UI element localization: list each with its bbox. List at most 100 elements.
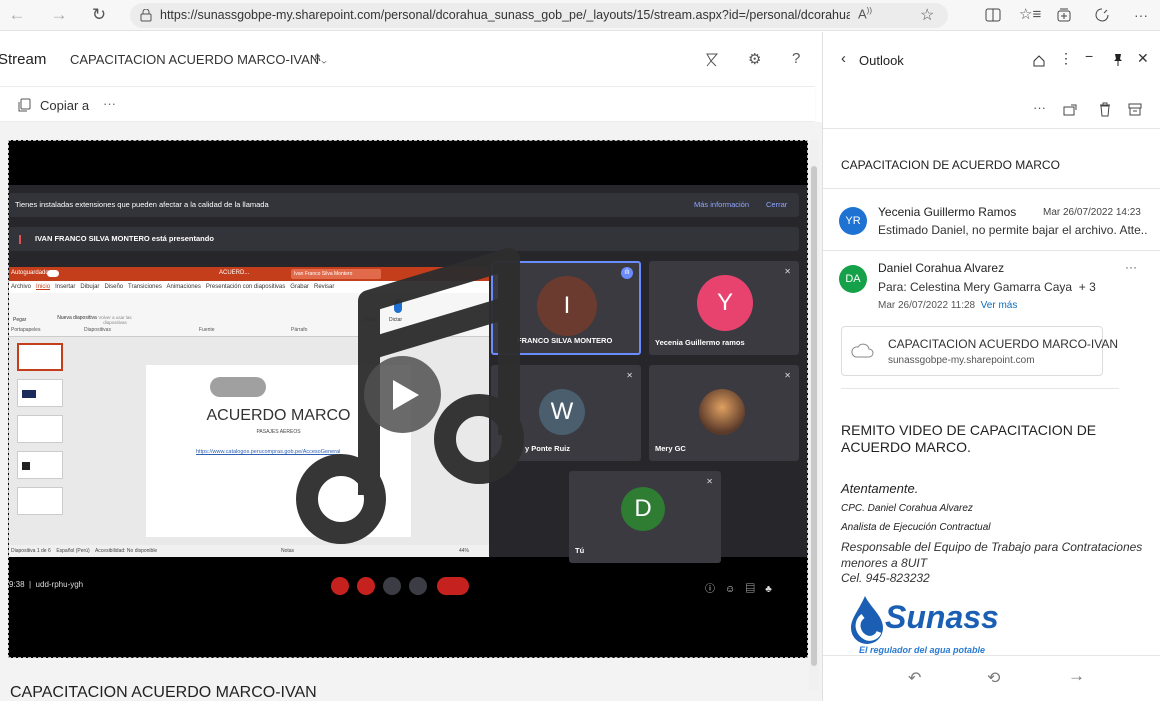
outlook-title: Outlook xyxy=(859,53,904,68)
minimize-icon[interactable]: − xyxy=(1085,48,1093,64)
share-people-icon[interactable]: ጰ⌄ xyxy=(314,50,327,65)
participant-photo xyxy=(699,389,745,435)
favorite-star-icon[interactable]: ☆ xyxy=(920,5,934,25)
collections-icon[interactable] xyxy=(1056,7,1072,23)
ribbon-tab: Inicio xyxy=(36,284,51,290)
message-collapsed[interactable]: YR Yecenia Guillermo Ramos Mar 26/07/202… xyxy=(823,190,1160,246)
ppt-accessibility: Accesibilidad: No disponible xyxy=(94,548,158,554)
participant-avatar: Y xyxy=(697,275,753,331)
play-icon[interactable] xyxy=(391,378,421,412)
reply-icon[interactable]: ↶ xyxy=(908,668,921,688)
reply-all-icon[interactable]: ⟲ xyxy=(987,668,1000,688)
ribbon-tab: Animaciones xyxy=(166,284,201,290)
participant-avatar: W xyxy=(539,389,585,435)
close-icon[interactable]: ✕ xyxy=(1137,50,1149,67)
new-slide-button: Nueva diapositiva xyxy=(57,315,97,321)
more-actions-icon[interactable]: ··· xyxy=(1033,100,1046,115)
attachment-source: sunassgobpe-my.sharepoint.com xyxy=(888,355,1035,366)
forward-icon[interactable]: → xyxy=(48,4,70,26)
lock-icon[interactable] xyxy=(140,9,152,22)
browser-essentials-icon[interactable] xyxy=(1094,7,1110,23)
outlook-side-pane: ‹ Outlook ⋮ − ✕ ··· CAPACITACION DE ACUE… xyxy=(822,32,1160,701)
home-icon[interactable] xyxy=(1032,54,1046,68)
forward-icon[interactable]: → xyxy=(1068,666,1085,686)
email-subject: CAPACITACION DE ACUERDO MARCO xyxy=(841,158,1060,172)
attachment-card[interactable]: CAPACITACION ACUERDO MARCO-IVAN sunassgo… xyxy=(841,326,1118,376)
see-more-link[interactable]: Ver más xyxy=(981,300,1018,311)
help-icon[interactable]: ? xyxy=(792,50,800,67)
browser-toolbar: ← → ↻ https://sunassgobpe-my.sharepoint.… xyxy=(0,0,1160,31)
settings-more-icon[interactable]: ··· xyxy=(1130,4,1152,26)
copy-to-button[interactable]: Copiar a xyxy=(40,98,89,113)
page-scrollbar[interactable] xyxy=(809,140,819,690)
slide-thumbnail xyxy=(17,343,63,371)
email-body-text: REMITO VIDEO DE CAPACITACION DE ACUERDO … xyxy=(841,422,1097,455)
more-recipients[interactable]: + 3 xyxy=(1079,280,1096,294)
pin-icon[interactable] xyxy=(1113,53,1123,67)
warning-banner: Tienes instaladas extensiones que pueden… xyxy=(9,193,799,217)
ribbon-group-label: Fuente xyxy=(199,327,215,333)
slide-toolbar xyxy=(210,377,266,397)
speaking-icon: ılı xyxy=(621,267,633,279)
video-title[interactable]: CAPACITACION ACUERDO MARCO-IVAN xyxy=(70,52,319,67)
play-button[interactable] xyxy=(364,356,441,433)
slide-thumbnail xyxy=(17,451,63,479)
mic-off-icon: ✕ xyxy=(784,371,791,380)
autosave-toggle xyxy=(47,270,59,277)
split-screen-icon[interactable] xyxy=(985,8,1001,22)
warning-text: Tienes instaladas extensiones que pueden… xyxy=(15,200,269,209)
sunass-logo-drop xyxy=(851,596,883,644)
feedback-icon[interactable] xyxy=(704,52,720,68)
signature-role: Analista de Ejecución Contractual xyxy=(841,522,991,533)
email-closing: Atentamente. xyxy=(841,481,919,496)
app-name[interactable]: Stream xyxy=(0,51,46,68)
close-banner-link[interactable]: Cerrar xyxy=(766,200,787,209)
settings-gear-icon[interactable]: ⚙ xyxy=(748,50,761,68)
ppt-language: Español (Perú) xyxy=(56,548,90,554)
url-text[interactable]: https://sunassgobpe-my.sharepoint.com/pe… xyxy=(160,8,850,22)
meeting-side-icons: ⓘ☺▤♣ xyxy=(705,584,782,595)
message-date: Mar 26/07/2022 14:23 xyxy=(1043,207,1141,218)
archive-icon[interactable] xyxy=(1128,103,1142,116)
participant-avatar: I xyxy=(537,276,597,336)
present-button xyxy=(383,577,401,595)
stream-header: Stream CAPACITACION ACUERDO MARCO-IVAN ጰ… xyxy=(0,32,822,86)
ribbon-tab: Presentación con diapositivas xyxy=(205,284,286,290)
signature-name: CPC. Daniel Corahua Alvarez xyxy=(841,503,973,514)
divider xyxy=(841,388,1119,389)
video-player[interactable]: Tienes instaladas extensiones que pueden… xyxy=(8,140,808,658)
back-icon[interactable]: ← xyxy=(6,4,28,26)
copy-icon xyxy=(18,98,31,112)
back-chevron-icon[interactable]: ‹ xyxy=(841,50,846,67)
attachment-name: CAPACITACION ACUERDO MARCO-IVAN xyxy=(888,337,1119,351)
message-date: Mar 26/07/2022 11:28 xyxy=(878,300,976,311)
mic-button xyxy=(331,577,349,595)
signature-phone: Cel. 945-823232 xyxy=(841,571,930,585)
sender-name: Daniel Corahua Alvarez xyxy=(878,261,1005,275)
read-aloud-icon[interactable]: A)) xyxy=(858,6,872,21)
sender-avatar: DA xyxy=(839,265,867,293)
recipients-text: Para: Celestina Mery Gamarra Caya xyxy=(878,280,1073,294)
scrollbar-thumb[interactable] xyxy=(811,166,817,666)
signature-role-2: Responsable del Equipo de Trabajo para C… xyxy=(841,540,1143,570)
ribbon-tab: Dibujar xyxy=(80,284,100,290)
delete-icon[interactable] xyxy=(1099,102,1111,117)
more-menu-icon[interactable]: ⋮ xyxy=(1059,50,1073,67)
address-bar[interactable]: https://sunassgobpe-my.sharepoint.com/pe… xyxy=(130,3,948,28)
message-more-button[interactable]: ··· xyxy=(1125,260,1137,274)
recipients-line[interactable]: Para: Celestina Mery Gamarra Caya + 3 xyxy=(878,280,1096,294)
more-actions-button[interactable]: ··· xyxy=(103,96,116,111)
meeting-time: 9:38 xyxy=(9,580,25,589)
ribbon-tab: Transiciones xyxy=(128,284,162,290)
more-info-link[interactable]: Más información xyxy=(694,200,749,209)
popout-icon[interactable] xyxy=(1063,104,1077,116)
reuse-slides-button: Volver a usar las diapositivas xyxy=(98,315,132,325)
ppt-doc-name: ACUERD... xyxy=(219,270,250,276)
participant-tile: D Tú ✕ xyxy=(569,471,721,563)
autosave-label: Autoguardado xyxy=(11,270,49,276)
ppt-status-text: Diapositiva 1 de 6 xyxy=(11,548,51,554)
refresh-icon[interactable]: ↻ xyxy=(88,4,110,26)
participant-tile: Mery GC ✕ xyxy=(649,365,799,461)
favorites-icon[interactable]: ☆≡ xyxy=(1019,4,1041,26)
slide-thumbnail xyxy=(17,379,63,407)
